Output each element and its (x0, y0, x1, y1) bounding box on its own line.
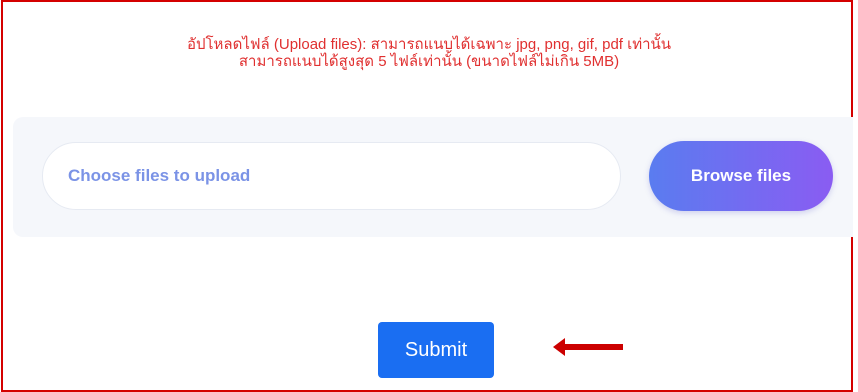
file-chooser-placeholder: Choose files to upload (68, 166, 251, 185)
file-chooser-field[interactable]: Choose files to upload (42, 142, 621, 210)
submit-button[interactable]: Submit (378, 322, 494, 378)
upload-instructions-line-2: สามารถแนบได้สูงสุด 5 ไฟล์เท่านั้น (ขนาดไ… (238, 53, 620, 70)
browse-files-label: Browse files (690, 166, 792, 185)
left-arrow-icon (553, 338, 623, 356)
browse-files-button[interactable]: Browse files (649, 141, 833, 211)
upload-instructions-line-1: อัปโหลดไฟล์ (Upload files): สามารถแนบได้… (186, 36, 672, 53)
file-upload-area: Choose files to upload Browse files (13, 117, 853, 237)
upload-instructions: อัปโหลดไฟล์ (Upload files): สามารถแนบได้… (3, 36, 855, 70)
